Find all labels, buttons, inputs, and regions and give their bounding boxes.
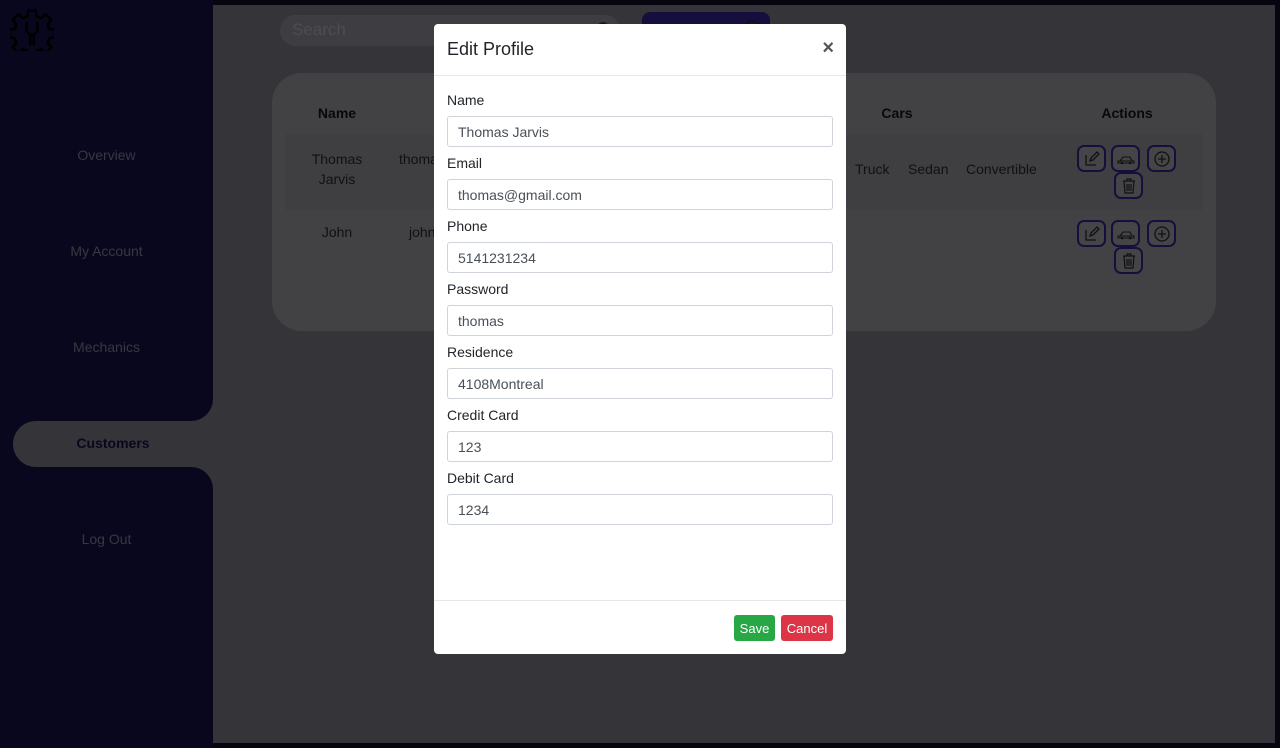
cancel-button[interactable]: Cancel [781, 615, 833, 641]
field-credit-card: Credit Card [447, 407, 833, 462]
email-input[interactable] [447, 179, 833, 210]
edit-profile-modal: Edit Profile × Name Email Phone Password… [434, 24, 846, 654]
password-input[interactable] [447, 305, 833, 336]
credit-card-input[interactable] [447, 431, 833, 462]
name-input[interactable] [447, 116, 833, 147]
close-icon[interactable]: × [822, 38, 834, 58]
field-label: Password [447, 281, 509, 297]
field-label: Name [447, 92, 485, 108]
field-label: Residence [447, 344, 514, 360]
modal-body: Name Email Phone Password Residence Cred… [434, 76, 846, 525]
modal-header: Edit Profile × [434, 24, 846, 76]
residence-input[interactable] [447, 368, 833, 399]
debit-card-input[interactable] [447, 494, 833, 525]
field-label: Credit Card [447, 407, 519, 423]
field-email: Email [447, 155, 833, 210]
field-debit-card: Debit Card [447, 470, 833, 525]
field-label: Phone [447, 218, 488, 234]
modal-footer: Save Cancel [434, 600, 846, 654]
save-button[interactable]: Save [734, 615, 775, 641]
modal-title: Edit Profile [447, 39, 535, 59]
phone-input[interactable] [447, 242, 833, 273]
field-name: Name [447, 92, 833, 147]
field-label: Debit Card [447, 470, 514, 486]
field-phone: Phone [447, 218, 833, 273]
field-label: Email [447, 155, 483, 171]
field-residence: Residence [447, 344, 833, 399]
field-password: Password [447, 281, 833, 336]
